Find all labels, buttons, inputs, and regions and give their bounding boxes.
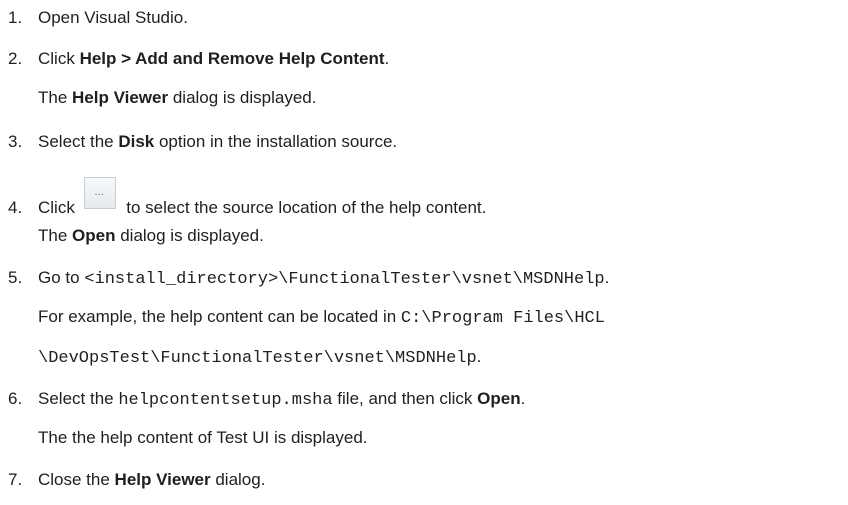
result-text: The — [38, 226, 73, 245]
step-4: 4. Click … to select the source location … — [0, 177, 486, 217]
step-5-example: For example, the help content can be loc… — [0, 305, 605, 329]
step-7: 7. Close the Help Viewer dialog. — [0, 468, 265, 492]
step-text: Click — [38, 198, 80, 217]
step-text: to select the source location of the hel… — [121, 198, 487, 217]
step-number: 7. — [8, 470, 23, 489]
step-text: . — [520, 389, 526, 408]
step-number: 2. — [8, 49, 23, 68]
example-text: . — [476, 347, 482, 366]
step-text: Close the — [38, 470, 115, 489]
step-number: 1. — [8, 8, 23, 27]
step-text: dialog. — [210, 470, 266, 489]
button-name: Open — [477, 389, 521, 408]
step-text: Click — [38, 49, 80, 68]
step-number: 3. — [8, 132, 23, 151]
result-text: The — [38, 88, 73, 107]
step-text: Open Visual Studio. — [38, 8, 188, 27]
result-text: dialog is displayed. — [115, 226, 264, 245]
step-number: 4. — [8, 198, 23, 217]
step-4-result: The Open dialog is displayed. — [0, 224, 264, 248]
step-1: 1. Open Visual Studio. — [0, 6, 188, 30]
file-name: helpcontentsetup.msha — [118, 391, 333, 410]
step-5: 5. Go to <install_directory>\FunctionalTe… — [0, 266, 609, 290]
step-text: Select the — [38, 132, 119, 151]
menu-path: Help > Add and Remove Help Content — [79, 49, 385, 68]
directory-path: <install_directory>\FunctionalTester\vsn… — [84, 270, 605, 289]
step-text: file, and then click — [332, 389, 478, 408]
step-text: Go to — [38, 268, 85, 287]
step-3: 3. Select the Disk option in the installa… — [0, 130, 397, 154]
ellipsis-icon: … — [94, 187, 106, 198]
step-2: 2. Click Help > Add and Remove Help Conte… — [0, 47, 389, 71]
step-text: . — [384, 49, 390, 68]
option-name: Disk — [118, 132, 155, 151]
step-text: . — [604, 268, 610, 287]
step-6: 6. Select the helpcontentsetup.msha file,… — [0, 387, 525, 411]
dialog-name: Help Viewer — [72, 88, 169, 107]
dialog-name: Help Viewer — [114, 470, 211, 489]
result-text: The the help content of Test UI is displ… — [38, 428, 368, 447]
step-number: 6. — [8, 389, 23, 408]
step-6-result: The the help content of Test UI is displ… — [0, 426, 368, 450]
browse-button-icon: … — [83, 177, 116, 209]
dialog-name: Open — [72, 226, 116, 245]
result-text: dialog is displayed. — [168, 88, 317, 107]
step-2-result: The Help Viewer dialog is displayed. — [0, 86, 316, 110]
example-path: \DevOpsTest\FunctionalTester\vsnet\MSDNH… — [38, 349, 477, 368]
example-text: For example, the help content can be loc… — [38, 307, 401, 326]
step-text: Select the — [38, 389, 119, 408]
step-number: 5. — [8, 268, 23, 287]
example-path: C:\Program Files\HCL — [400, 309, 605, 328]
step-text: option in the installation source. — [154, 132, 398, 151]
step-5-example-cont: \DevOpsTest\FunctionalTester\vsnet\MSDNH… — [0, 345, 481, 369]
